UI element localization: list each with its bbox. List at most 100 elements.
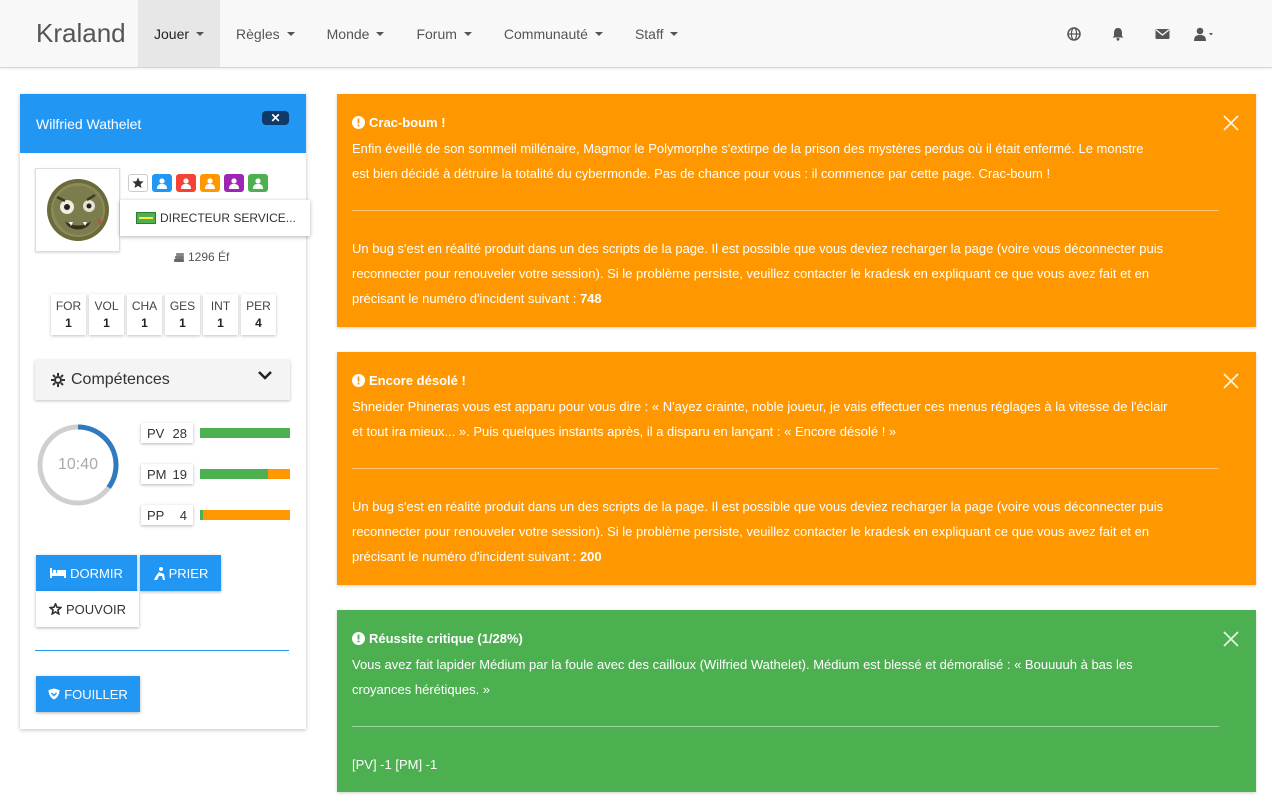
menu-jouer[interactable]: Jouer [138,0,221,67]
alert-divider [352,210,1219,211]
star-outline-icon [49,603,63,615]
stat-cha[interactable]: CHA 1 [127,294,162,335]
globe-icon[interactable] [1052,0,1096,67]
alert-line: Enfin éveillé de son sommeil millénaire,… [352,141,1144,156]
coins-icon [174,252,184,262]
star-icon[interactable] [128,174,148,192]
alert-title: Réussite critique (1/28%) [352,631,523,646]
character-name[interactable]: Wilfried Wathelet [36,116,141,132]
menu-forum[interactable]: Forum [400,0,487,67]
alert-crac-boum: Crac-boum ! Enfin éveillé de son sommeil… [337,94,1256,327]
stat-label: CHA [131,299,158,313]
user-blue-icon[interactable] [152,174,172,192]
user-menu-icon[interactable] [1184,0,1228,67]
close-icon[interactable] [1221,629,1241,649]
user-purple-icon[interactable] [224,174,244,192]
bell-icon[interactable] [1096,0,1140,67]
alert-message: Shneider Phineras vous est apparu pour v… [352,394,1232,444]
gauge-box: PV 28 [141,423,193,443]
role-badges [128,174,268,192]
alert-line: Un bug s'est en réalité produit dans un … [352,499,1164,514]
gauge-label: PP [147,507,165,523]
close-icon[interactable] [1221,371,1241,391]
stat-label: PER [246,299,271,313]
caret-down-icon [670,31,679,36]
gauge-pm: PM 19 [141,464,290,484]
incident-number: 748 [579,291,602,306]
alert-line: Vous avez fait lapider Médium par la fou… [352,657,1133,672]
money-display: 1296 Éf [173,250,229,264]
gear-icon [51,373,65,387]
dormir-button[interactable]: DORMIR [36,555,137,591]
alert-line: précisant le numéro d'incident suivant :… [352,544,1232,569]
alert-line: reconnecter pour renouveler votre sessio… [352,266,1150,281]
stat-per[interactable]: PER 4 [241,294,276,335]
alert-bug-message: Un bug s'est en réalité produit dans un … [352,236,1232,311]
competences-toggle[interactable]: Compétences [35,360,290,400]
money-value: 1296 Éf [188,250,230,264]
stat-vol[interactable]: VOL 1 [89,294,124,335]
alert-line: et tout ira mieux... ». Puis quelques in… [352,424,897,439]
menu-staff-label: Staff [634,25,664,42]
prier-button[interactable]: PRIER [140,555,221,591]
menu-staff[interactable]: Staff [619,0,695,67]
alert-result: [PV] -1 [PM] -1 [352,757,438,772]
pouvoir-label: POUVOIR [66,601,126,617]
character-title-label: DIRECTEUR SERVICE... [160,211,296,225]
caret-down-icon [463,31,472,36]
close-icon[interactable] [1221,113,1241,133]
incident-number: 200 [579,549,602,564]
alert-title-text: Encore désolé ! [369,373,466,388]
character-title[interactable]: DIRECTEUR SERVICE... [120,200,310,236]
alert-line-text: précisant le numéro d'incident suivant : [352,291,580,306]
fouiller-button[interactable]: FOUILLER [36,676,140,712]
stat-label: VOL [94,299,119,313]
stat-value: 1 [65,316,72,330]
stat-value: 4 [255,316,262,330]
gauge-box: PP 4 [141,505,193,525]
menu-regles-label: Règles [236,25,280,42]
gauge-value: 28 [172,425,187,441]
avatar[interactable] [35,168,120,252]
brand-logo[interactable]: Kraland [36,18,126,49]
menu-communaute[interactable]: Communauté [488,0,619,67]
caret-down-icon [594,31,603,36]
stat-value: 1 [103,316,110,330]
user-orange-icon[interactable] [200,174,220,192]
stat-value: 1 [217,316,224,330]
stat-for[interactable]: FOR 1 [51,294,86,335]
sidebar-divider [35,650,289,651]
menu-regles[interactable]: Règles [220,0,311,67]
alert-line: Shneider Phineras vous est apparu pour v… [352,399,1168,414]
user-green-icon[interactable] [248,174,268,192]
stat-ges[interactable]: GES 1 [165,294,200,335]
pouvoir-button[interactable]: POUVOIR [36,591,139,627]
alert-divider [352,468,1219,469]
top-navbar: Kraland Jouer Règles Monde Forum Communa… [0,0,1272,68]
timer-value: 10:40 [57,456,99,473]
stat-int[interactable]: INT 1 [203,294,238,335]
goblin-avatar-image [46,179,109,241]
caret-down-icon [196,31,205,36]
menu-communaute-label: Communauté [503,25,588,42]
envelope-icon[interactable] [1140,0,1184,67]
menu-forum-label: Forum [416,25,457,42]
alert-line: précisant le numéro d'incident suivant :… [352,286,1232,311]
alert-encore-desole: Encore désolé ! Shneider Phineras vous e… [337,352,1256,585]
stat-label: INT [210,299,231,313]
user-red-icon[interactable] [176,174,196,192]
gauge-pv: PV 28 [141,423,290,443]
alert-message: Vous avez fait lapider Médium par la fou… [352,652,1232,702]
alert-bug-message: Un bug s'est en réalité produit dans un … [352,494,1232,569]
menu-monde[interactable]: Monde [311,0,401,67]
stat-label: FOR [55,299,82,313]
gauge-pp: PP 4 [141,505,290,525]
gauge-value: 4 [179,507,187,523]
close-icon[interactable]: ✕ [262,111,289,125]
dormir-label: DORMIR [70,565,123,581]
alert-message: Enfin éveillé de son sommeil millénaire,… [352,136,1232,186]
bed-icon [50,568,67,578]
fouiller-label: FOUILLER [64,686,128,702]
gauge-label: PM [147,466,167,482]
gauge-track [200,428,290,438]
